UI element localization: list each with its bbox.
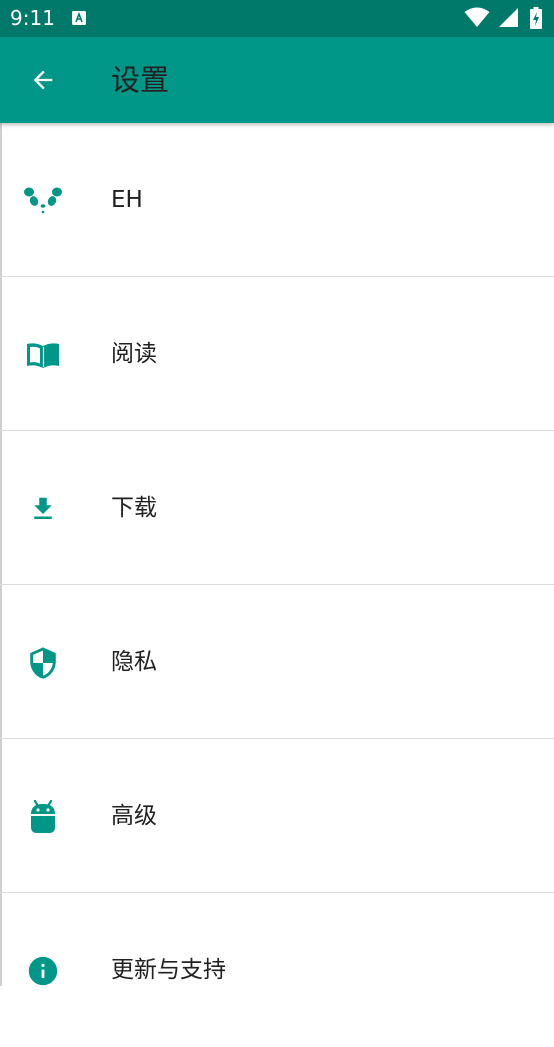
battery-charging-icon [530, 7, 542, 29]
settings-item-download[interactable]: 下载 [0, 431, 554, 585]
settings-item-eh[interactable]: EH [0, 123, 554, 277]
info-icon [24, 952, 62, 990]
wifi-icon [464, 7, 490, 27]
settings-item-advanced[interactable]: 高级 [0, 739, 554, 893]
a-letter-icon [72, 11, 86, 25]
shield-icon [24, 644, 62, 682]
settings-item-update-support[interactable]: 更新与支持 [0, 893, 554, 1047]
app-bar: 设置 [0, 37, 554, 123]
settings-item-label: 阅读 [111, 341, 157, 367]
book-icon [24, 336, 62, 374]
settings-item-label: 下载 [111, 495, 157, 521]
cell-signal-icon [499, 8, 518, 27]
android-icon [24, 798, 62, 836]
back-button[interactable] [20, 57, 66, 103]
download-icon [24, 490, 62, 528]
settings-item-label: 高级 [111, 803, 157, 829]
arrow-back-icon [33, 70, 53, 90]
settings-item-label: 更新与支持 [111, 957, 226, 983]
panda-icon [24, 182, 62, 220]
settings-list: EH 阅读 下载 隐私 高级 更新与支持 [0, 123, 554, 1047]
status-bar: 9:11 [0, 0, 554, 37]
settings-item-label: EH [111, 187, 143, 213]
settings-item-label: 隐私 [111, 649, 157, 675]
settings-item-privacy[interactable]: 隐私 [0, 585, 554, 739]
status-time: 9:11 [10, 6, 55, 30]
settings-item-read[interactable]: 阅读 [0, 277, 554, 431]
page-title: 设置 [111, 63, 170, 97]
